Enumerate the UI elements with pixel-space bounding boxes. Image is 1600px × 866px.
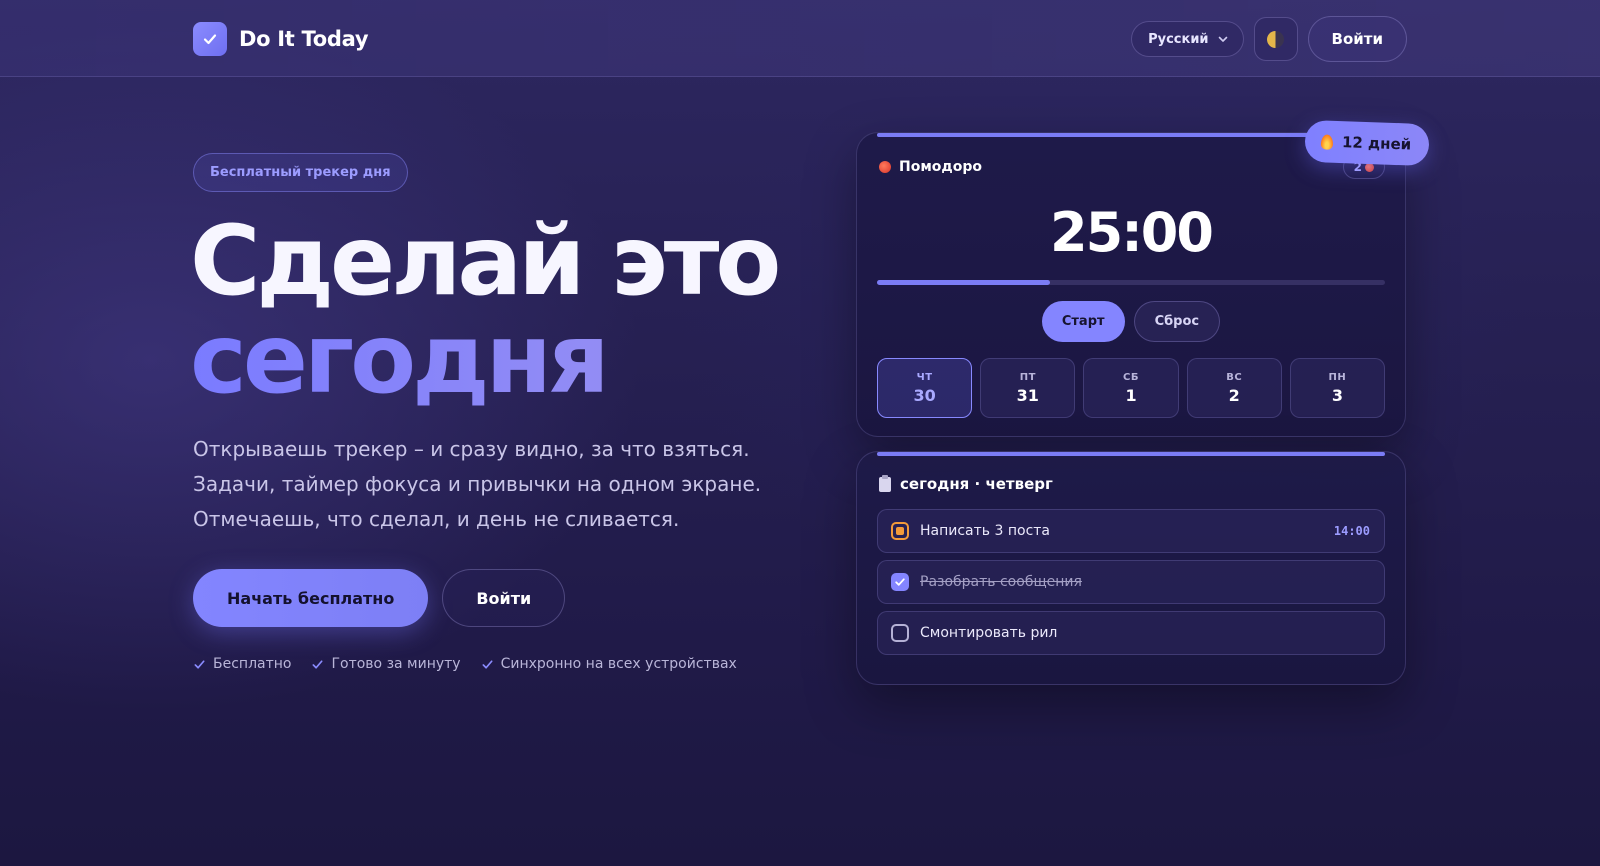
login-button[interactable]: Войти: [1307, 16, 1407, 62]
hero-login-button[interactable]: Войти: [442, 569, 566, 627]
day-cell[interactable]: ПТ 31: [980, 358, 1076, 418]
task-time: 14:00: [1333, 524, 1370, 538]
perk-item: Синхронно на всех устройствах: [481, 656, 737, 672]
hero-badge: Бесплатный трекер дня: [193, 153, 408, 192]
language-select[interactable]: Русский: [1131, 21, 1244, 57]
day-picker: ЧТ 30 ПТ 31 СБ 1 ВС 2 ПН 3: [877, 358, 1386, 418]
theme-toggle-button[interactable]: [1253, 17, 1298, 61]
hero-title: Сделай это сегодня: [190, 212, 781, 408]
pomodoro-header: Помодоро: [879, 159, 982, 175]
card-accent-line: [877, 452, 1385, 456]
check-icon: [312, 659, 323, 669]
brand-name: Do It Today: [239, 27, 369, 51]
pomodoro-card: Помодоро 2 25:00 Старт Сброс ЧТ 30 ПТ 31…: [856, 132, 1406, 437]
perk-label: Готово за минуту: [331, 656, 461, 672]
hero-title-line2: сегодня: [190, 310, 777, 408]
timer-controls: Старт Сброс: [857, 301, 1405, 342]
half-moon-icon: [1267, 30, 1285, 48]
reset-button[interactable]: Сброс: [1133, 301, 1221, 342]
perk-label: Синхронно на всех устройствах: [500, 656, 737, 672]
perk-item: Бесплатно: [193, 656, 291, 672]
check-icon: [482, 659, 493, 669]
checked-checkbox-icon[interactable]: [891, 573, 909, 591]
header-actions: Русский Войти: [1131, 16, 1407, 62]
flame-icon: [1320, 133, 1334, 150]
day-cell[interactable]: ВС 2: [1186, 358, 1282, 418]
perk-item: Готово за минуту: [311, 656, 461, 672]
task-text: Написать 3 поста: [920, 523, 1050, 539]
day-cell[interactable]: ЧТ 30: [877, 358, 973, 418]
tasks-card: сегодня · четверг Написать 3 поста 14:00…: [856, 451, 1406, 685]
perk-label: Бесплатно: [213, 656, 292, 672]
day-name: ПН: [1328, 371, 1347, 383]
unchecked-checkbox-icon[interactable]: [891, 624, 909, 642]
task-text: Разобрать сообщения: [920, 574, 1082, 590]
tasks-title: сегодня · четверг: [900, 475, 1053, 493]
hero-subtitle: Открываешь трекер – и сразу видно, за чт…: [193, 437, 762, 531]
timer-progress-fill: [877, 280, 1050, 285]
brand-logo[interactable]: Do It Today: [193, 22, 369, 56]
pomodoro-title: Помодоро: [899, 159, 982, 175]
day-number: 3: [1331, 385, 1343, 405]
start-button[interactable]: Старт: [1041, 301, 1125, 342]
tasks-header: сегодня · четверг: [879, 474, 1053, 493]
day-name: ПТ: [1019, 371, 1036, 383]
check-icon: [895, 578, 905, 586]
day-name: ВС: [1226, 371, 1243, 383]
cta-row: Начать бесплатно Войти: [193, 569, 566, 627]
start-free-button[interactable]: Начать бесплатно: [193, 569, 429, 627]
day-number: 31: [1016, 385, 1039, 405]
tomato-icon: [879, 161, 891, 173]
task-text: Смонтировать рил: [920, 625, 1058, 641]
day-number: 2: [1228, 385, 1240, 405]
perks-list: Бесплатно Готово за минуту Синхронно на …: [193, 656, 737, 672]
top-nav: Do It Today Русский Войти: [0, 0, 1600, 77]
day-number: 1: [1125, 385, 1137, 405]
task-row[interactable]: Написать 3 поста 14:00: [877, 509, 1385, 553]
streak-label: 12 дней: [1341, 133, 1412, 154]
hero-title-line1: Сделай это: [190, 205, 781, 317]
chevron-down-icon: [1218, 36, 1227, 42]
day-number: 30: [913, 385, 936, 405]
streak-badge: 12 дней: [1304, 119, 1430, 167]
timer-display: 25:00: [1050, 201, 1214, 264]
in-progress-icon[interactable]: [891, 522, 909, 540]
checkmark-logo-icon: [193, 22, 227, 56]
timer-progress-bar: [877, 280, 1385, 285]
check-icon: [194, 659, 205, 669]
day-cell[interactable]: ПН 3: [1289, 358, 1386, 418]
language-label: Русский: [1148, 31, 1209, 47]
task-row[interactable]: Разобрать сообщения: [877, 560, 1385, 604]
task-row[interactable]: Смонтировать рил: [877, 611, 1385, 655]
day-name: СБ: [1123, 371, 1139, 383]
clipboard-icon: [879, 474, 891, 492]
day-cell[interactable]: СБ 1: [1083, 358, 1179, 418]
day-name: ЧТ: [916, 371, 933, 383]
